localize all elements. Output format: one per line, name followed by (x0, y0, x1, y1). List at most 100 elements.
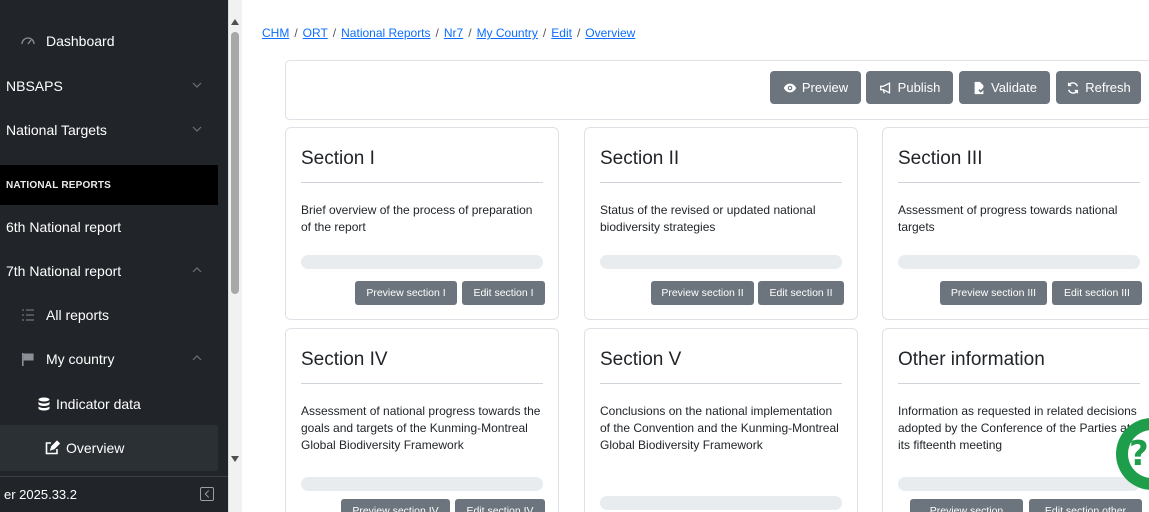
collapse-sidebar-icon[interactable] (200, 487, 214, 501)
sidebar-item-national-targets[interactable]: National Targets (0, 107, 218, 153)
question-mark-icon: ? (1129, 434, 1149, 474)
preview-section-button[interactable]: Preview section IV (341, 499, 450, 512)
dashboard-gauge-icon (21, 37, 35, 45)
section-progress-bar (600, 255, 842, 269)
section-progress-bar (301, 477, 543, 491)
breadcrumb-link-nr7[interactable]: Nr7 (444, 26, 463, 40)
validate-button-label: Validate (990, 80, 1037, 95)
divider (898, 182, 1140, 183)
sidebar-item-nbsaps[interactable]: NBSAPS (0, 63, 218, 109)
divider (600, 182, 842, 183)
section-description: Conclusions on the national implementati… (600, 404, 839, 452)
breadcrumb-link-ort[interactable]: ORT (303, 26, 328, 40)
preview-button[interactable]: Preview (770, 71, 861, 104)
scroll-up-arrow-icon[interactable] (231, 18, 239, 26)
breadcrumb-link-my-country[interactable]: My Country (477, 26, 538, 40)
edit-section-button[interactable]: Edit section IV (455, 499, 545, 512)
edit-section-button[interactable]: Edit section II (758, 281, 844, 305)
sidebar-item-label: Overview (66, 440, 125, 456)
sidebar-item-all-reports[interactable]: All reports (0, 292, 218, 338)
edit-section-button[interactable]: Edit section I (462, 281, 545, 305)
chevron-up-icon (192, 355, 202, 361)
divider (301, 383, 543, 384)
breadcrumb-separator: / (435, 26, 439, 40)
section-progress-bar (301, 255, 543, 269)
section-card: Section II Status of the revised or upda… (584, 127, 858, 320)
scrollbar-thumb[interactable] (231, 32, 239, 294)
sidebar-section-header: NATIONAL REPORTS (0, 165, 218, 205)
section-title: Section I (301, 148, 375, 169)
sidebar-item-label: Indicator data (56, 396, 141, 412)
section-description: Assessment of progress towards national … (898, 203, 1118, 234)
section-title: Section IV (301, 349, 388, 370)
chevron-up-icon (192, 267, 202, 273)
section-card: Section V Conclusions on the national im… (584, 328, 858, 512)
divider (898, 383, 1140, 384)
sidebar-item-label: 6th National report (6, 219, 122, 235)
chevron-down-icon (192, 82, 202, 88)
refresh-button-label: Refresh (1085, 80, 1131, 95)
section-description: Information as requested in related deci… (898, 404, 1137, 452)
sidebar-item-label: My country (46, 351, 115, 367)
version-label: er 2025.33.2 (4, 487, 78, 502)
divider (301, 182, 543, 183)
preview-section-button[interactable]: Preview section II (651, 281, 754, 305)
file-check-icon (974, 81, 985, 94)
section-title: Section III (898, 148, 983, 169)
breadcrumb-separator: / (294, 26, 298, 40)
section-progress-bar (600, 496, 842, 510)
breadcrumb: CHM / ORT / National Reports / Nr7 / My Country /… (262, 26, 635, 40)
list-icon (22, 309, 34, 321)
sidebar-item-dashboard[interactable]: Dashboard (0, 18, 218, 64)
section-title: Section II (600, 148, 680, 169)
divider (600, 383, 842, 384)
sidebar-item-label: 7th National report (6, 263, 122, 279)
section-title: Other information (898, 349, 1045, 370)
preview-button-label: Preview (801, 80, 849, 95)
breadcrumb-link-overview[interactable]: Overview (585, 26, 635, 40)
sidebar-item-label: All reports (46, 307, 110, 323)
refresh-button[interactable]: Refresh (1056, 71, 1141, 104)
breadcrumb-separator: / (576, 26, 581, 40)
publish-button-label: Publish (897, 80, 941, 95)
breadcrumb-separator: / (332, 26, 337, 40)
breadcrumb-link-edit[interactable]: Edit (551, 26, 572, 40)
edit-section-button[interactable]: Edit section III (1052, 281, 1142, 305)
section-description: Status of the revised or updated nationa… (600, 203, 816, 234)
sidebar-item-my-country[interactable]: My country (0, 336, 218, 382)
sidebar: Dashboard NBSAPS National Targets NATION… (0, 0, 228, 512)
database-icon (38, 397, 50, 411)
sidebar-item-label: National Targets (6, 122, 107, 138)
sidebar-item-7th-report[interactable]: 7th National report (0, 248, 218, 294)
section-description: Assessment of national progress towards … (301, 404, 541, 452)
breadcrumb-link-national-reports[interactable]: National Reports (341, 26, 430, 40)
publish-button[interactable]: Publish (866, 71, 953, 104)
sidebar-item-indicator-data[interactable]: Indicator data (0, 381, 218, 427)
chevron-down-icon (192, 126, 202, 132)
validate-button[interactable]: Validate (959, 71, 1050, 104)
preview-section-button[interactable]: Preview section III (940, 281, 1047, 305)
scroll-down-arrow-icon[interactable] (231, 455, 239, 463)
flag-icon (22, 353, 34, 366)
breadcrumb-separator: / (542, 26, 547, 40)
version-bar: er 2025.33.2 (0, 476, 228, 512)
section-progress-bar (898, 477, 1140, 491)
sidebar-item-label: Dashboard (46, 33, 115, 49)
section-card: Section IV Assessment of national progre… (285, 328, 559, 512)
section-card: Section III Assessment of progress towar… (882, 127, 1149, 320)
sidebar-item-6th-report[interactable]: 6th National report (0, 204, 218, 250)
breadcrumb-separator: / (468, 26, 472, 40)
sidebar-item-overview[interactable]: Overview (0, 425, 218, 471)
breadcrumb-link-chm[interactable]: CHM (262, 26, 289, 40)
refresh-icon (1068, 81, 1079, 94)
preview-section-button[interactable]: Preview section (910, 499, 1023, 512)
eye-icon (783, 83, 796, 92)
sidebar-item-label: NBSAPS (6, 78, 63, 94)
preview-section-button[interactable]: Preview section I (355, 281, 457, 305)
edit-section-button[interactable]: Edit section other (1029, 499, 1142, 512)
section-title: Section V (600, 349, 682, 370)
section-card: Other information Information as request… (882, 328, 1149, 512)
megaphone-icon (879, 81, 890, 94)
section-card: Section I Brief overview of the process … (285, 127, 559, 320)
section-progress-bar (898, 255, 1140, 269)
